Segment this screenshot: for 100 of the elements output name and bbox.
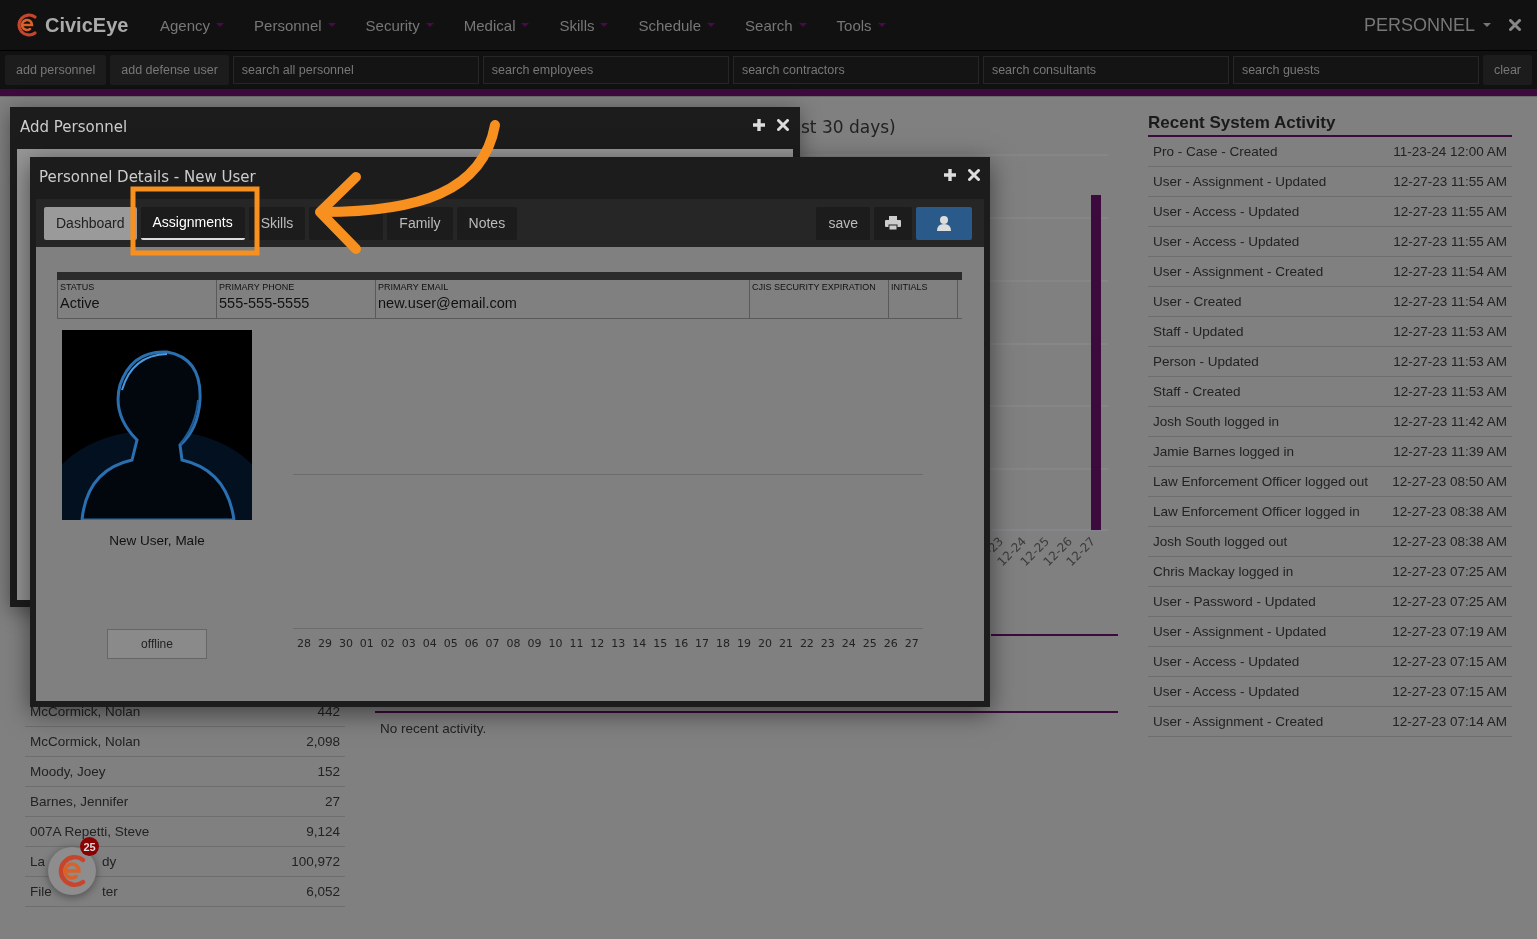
axis-label: 30 bbox=[338, 637, 353, 650]
plus-icon[interactable] bbox=[752, 118, 766, 132]
axis-label: 24 bbox=[841, 637, 856, 650]
axis-label: 01 bbox=[359, 637, 374, 650]
activity-event: Law Enforcement Officer logged in bbox=[1153, 504, 1360, 519]
field-label: PRIMARY EMAIL bbox=[378, 282, 450, 292]
field-value: Active bbox=[60, 295, 101, 311]
activity-event: Chris Mackay logged in bbox=[1153, 564, 1294, 579]
caret-icon bbox=[707, 23, 716, 27]
module-menu[interactable]: PERSONNEL bbox=[1363, 14, 1509, 36]
tab[interactable]: Notes bbox=[456, 206, 518, 240]
search-field[interactable]: search guests bbox=[1232, 56, 1479, 84]
table-cell: dy bbox=[102, 854, 117, 869]
chart-title: st 30 days) bbox=[801, 117, 897, 139]
activity-time: 12-27-23 11:55 AM bbox=[1393, 174, 1507, 189]
empty-message: No recent activity. bbox=[380, 721, 488, 736]
profile-caption: New User, Male bbox=[109, 533, 205, 548]
nav-menu-item[interactable]: Medical bbox=[448, 16, 545, 34]
activity-time: 12-27-23 07:15 AM bbox=[1392, 684, 1507, 699]
activity-event: User - Access - Updated bbox=[1153, 234, 1300, 249]
activity-time: 12-27-23 11:55 AM bbox=[1393, 204, 1507, 219]
search-field[interactable]: search consultants bbox=[982, 56, 1229, 84]
printer-icon bbox=[885, 216, 901, 230]
nav-menu-item[interactable]: Personnel bbox=[239, 16, 351, 34]
field-value: 555-555-5555 bbox=[219, 295, 311, 311]
toolbar-button[interactable]: clear bbox=[1482, 55, 1532, 85]
table-cell: 9,124 bbox=[306, 824, 340, 839]
axis-label: 13 bbox=[611, 637, 626, 650]
activity-event: User - Access - Updated bbox=[1153, 204, 1300, 219]
activity-event: User - Assignment - Updated bbox=[1153, 174, 1327, 189]
caret-icon bbox=[877, 23, 886, 27]
activity-event: User - Assignment - Created bbox=[1153, 264, 1324, 279]
axis-label: 18 bbox=[716, 637, 731, 650]
field-label: PRIMARY PHONE bbox=[219, 282, 296, 292]
nav-menu-item[interactable]: Schedule bbox=[623, 16, 731, 34]
activity-time: 12-27-23 11:55 AM bbox=[1393, 234, 1507, 249]
activity-time: 12-27-23 11:53 AM bbox=[1393, 354, 1507, 369]
activity-time: 11-23-24 12:00 AM bbox=[1393, 144, 1507, 159]
user-icon bbox=[937, 215, 951, 231]
field-label: STATUS bbox=[60, 282, 96, 292]
caret-icon bbox=[798, 23, 807, 27]
activity-time: 12-27-23 08:38 AM bbox=[1392, 504, 1507, 519]
print-button[interactable] bbox=[874, 206, 912, 240]
nav-menu-item[interactable]: Agency bbox=[145, 16, 240, 34]
table-cell: McCormick, Nolan bbox=[30, 734, 141, 749]
search-field[interactable]: search employees bbox=[482, 56, 729, 84]
axis-label: 22 bbox=[799, 637, 814, 650]
table-cell: ter bbox=[102, 884, 118, 899]
search-field[interactable]: search contractors bbox=[732, 56, 979, 84]
axis-label: 23 bbox=[820, 637, 835, 650]
axis-label: 02 bbox=[380, 637, 395, 650]
axis-label: 10 bbox=[548, 637, 563, 650]
user-button[interactable] bbox=[916, 206, 972, 240]
tab[interactable]: Skills bbox=[248, 206, 306, 240]
toolbar-button[interactable]: add defense user bbox=[110, 55, 229, 85]
axis-label: 19 bbox=[737, 637, 751, 650]
table-cell-text: File bbox=[30, 884, 53, 899]
nav-menu-item[interactable]: Skills bbox=[544, 16, 624, 34]
activity-time: 12-27-23 07:25 AM bbox=[1392, 594, 1507, 609]
activity-time: 12-27-23 11:53 AM bbox=[1393, 324, 1507, 339]
tab[interactable]: Dashboard bbox=[44, 206, 137, 240]
status-button[interactable]: offline bbox=[107, 629, 207, 659]
activity-event: User - Password - Updated bbox=[1153, 594, 1316, 609]
activity-event: Person - Updated bbox=[1153, 354, 1259, 369]
caret-icon bbox=[521, 23, 530, 27]
table-cell: 100,972 bbox=[291, 854, 340, 869]
save-button[interactable]: save bbox=[816, 206, 870, 240]
axis-label: 25 bbox=[862, 637, 877, 650]
axis-label: 08 bbox=[506, 637, 521, 650]
axis-label: 26 bbox=[883, 637, 898, 650]
axis-label: 27 bbox=[904, 637, 919, 650]
activity-event: User - Created bbox=[1153, 294, 1242, 309]
nav-menu-item[interactable]: Search bbox=[730, 16, 822, 34]
axis-label: 17 bbox=[695, 637, 710, 650]
nav-menu-item[interactable]: Security bbox=[350, 16, 449, 34]
close-icon[interactable] bbox=[1509, 19, 1521, 31]
tab[interactable]: Family bbox=[387, 206, 453, 240]
field-value: new.user@email.com bbox=[378, 295, 518, 311]
table-cell: 2,098 bbox=[306, 734, 340, 749]
activity-time: 12-27-23 11:39 AM bbox=[1393, 444, 1507, 459]
axis-label: 20 bbox=[757, 637, 772, 650]
table-cell: McCormick, Nolan bbox=[30, 704, 141, 719]
dialog-title: Add Personnel bbox=[19, 118, 128, 136]
app-name: CivicEye bbox=[45, 13, 129, 37]
logo-icon bbox=[15, 12, 39, 38]
activity-event: User - Access - Updated bbox=[1153, 684, 1300, 699]
axis-label: 03 bbox=[401, 637, 416, 650]
activity-event: Staff - Created bbox=[1153, 384, 1241, 399]
toolbar-button[interactable]: add personnel bbox=[5, 55, 107, 85]
axis-label: 11 bbox=[569, 637, 584, 650]
tab[interactable]: Assignments bbox=[140, 206, 245, 240]
activity-time: 12-27-23 11:53 AM bbox=[1393, 384, 1507, 399]
axis-label: 06 bbox=[464, 637, 479, 650]
nav-menu-item[interactable]: Tools bbox=[821, 16, 901, 34]
plus-icon[interactable] bbox=[943, 168, 957, 182]
activity-event: Pro - Case - Created bbox=[1153, 144, 1278, 159]
caret-icon bbox=[216, 23, 225, 27]
search-field[interactable]: search all personnel bbox=[232, 56, 479, 84]
table-cell: Barnes, Jennifer bbox=[30, 794, 129, 809]
table-cell-text: La bbox=[30, 854, 47, 869]
